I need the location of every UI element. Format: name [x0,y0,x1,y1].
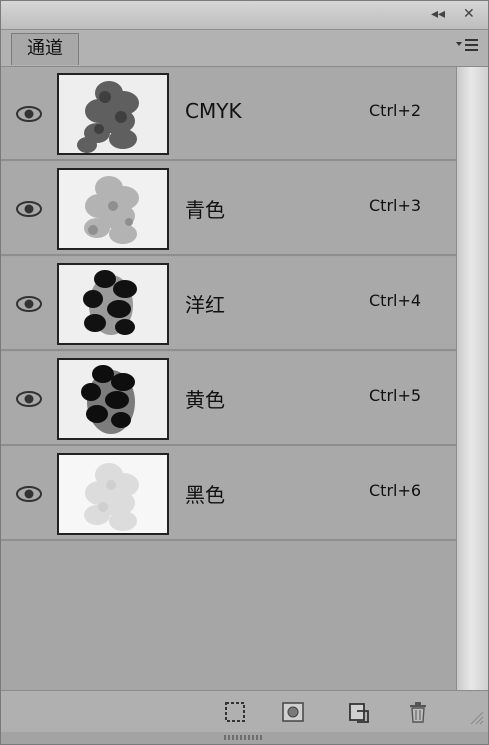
channel-thumbnail [57,358,169,440]
channel-shortcut: Ctrl+2 [369,101,422,120]
save-selection-icon[interactable] [281,701,305,723]
delete-channel-icon[interactable] [406,701,430,723]
visibility-eye-icon[interactable] [15,293,43,315]
panel-drag-handle[interactable] [224,735,264,740]
channel-row-cyan[interactable]: 青色 Ctrl+3 [1,162,456,256]
channel-name: CMYK [185,99,242,123]
tab-channels[interactable]: 通道 [11,33,79,65]
channel-thumbnail [57,453,169,535]
channel-shortcut: Ctrl+5 [369,386,422,405]
channel-name: 黑色 [185,483,225,507]
channel-thumbnail [57,73,169,155]
resize-grip-icon[interactable] [468,709,484,725]
panel-titlebar: ◂◂ ✕ [1,1,488,30]
visibility-eye-icon[interactable] [15,103,43,125]
tab-row: 通道 [1,30,488,67]
channel-shortcut: Ctrl+4 [369,291,422,310]
close-icon[interactable]: ✕ [463,6,475,22]
channels-panel: ◂◂ ✕ 通道 CMYK Ctrl+2 青色 Ctrl+3 洋红 Ctrl+4 … [0,0,489,745]
channel-name: 洋红 [185,293,225,317]
visibility-eye-icon[interactable] [15,388,43,410]
channel-thumbnail [57,263,169,345]
visibility-eye-icon[interactable] [15,483,43,505]
channels-toolbar [1,690,488,733]
new-channel-icon[interactable] [347,701,371,723]
channel-row-magenta[interactable]: 洋红 Ctrl+4 [1,257,456,351]
channel-thumbnail [57,168,169,250]
collapse-icon[interactable]: ◂◂ [431,6,445,22]
channel-name: 黄色 [185,388,225,412]
channel-row-cmyk[interactable]: CMYK Ctrl+2 [1,67,456,161]
channel-name: 青色 [185,198,225,222]
bottom-strip [1,732,488,744]
visibility-eye-icon[interactable] [15,198,43,220]
channel-list: CMYK Ctrl+2 青色 Ctrl+3 洋红 Ctrl+4 黄色 Ctrl+… [1,67,456,690]
panel-menu-icon[interactable] [454,36,480,56]
load-selection-icon[interactable] [223,701,247,723]
vertical-scrollbar[interactable] [456,67,488,690]
channel-row-black[interactable]: 黑色 Ctrl+6 [1,447,456,541]
channel-shortcut: Ctrl+6 [369,481,422,500]
channel-shortcut: Ctrl+3 [369,196,422,215]
channel-row-yellow[interactable]: 黄色 Ctrl+5 [1,352,456,446]
